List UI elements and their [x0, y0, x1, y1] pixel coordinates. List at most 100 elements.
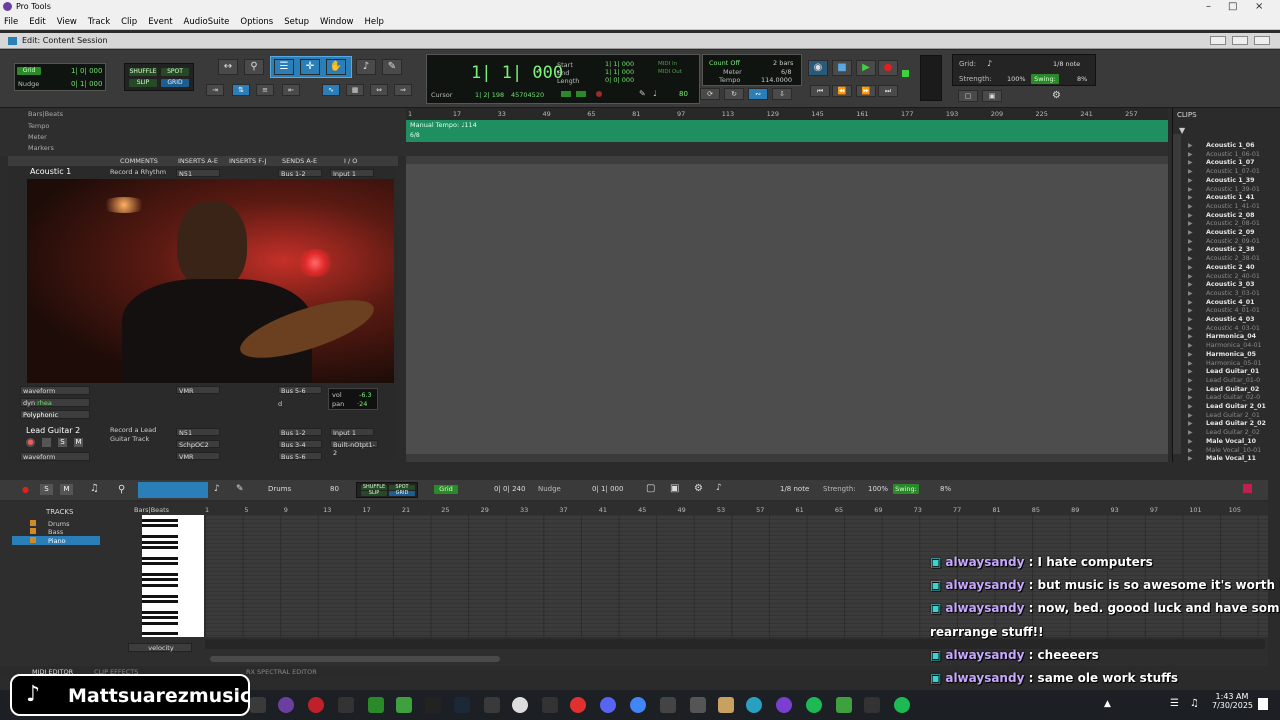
track-comment-2[interactable]: Record a Lead Guitar Track [110, 426, 170, 444]
clip-item[interactable]: Acoustic 1_06-01 [1206, 151, 1260, 158]
taskbar-app-icon-7[interactable] [512, 697, 528, 713]
taskbar-app-icon-11[interactable] [718, 697, 734, 713]
go-to-end-icon[interactable]: ⏭ [878, 85, 898, 97]
clip-expand-icon[interactable]: ▶ [1188, 403, 1193, 410]
black-key[interactable] [142, 556, 178, 560]
clip-item[interactable]: Acoustic 3_03-01 [1206, 290, 1260, 297]
black-key[interactable] [142, 610, 178, 614]
clip-expand-icon[interactable]: ▶ [1188, 447, 1193, 454]
swing-value[interactable]: 8% [1077, 75, 1087, 83]
black-key[interactable] [142, 600, 178, 603]
clip-expand-icon[interactable]: ▶ [1188, 429, 1193, 436]
midi-instrument[interactable]: Drums [268, 485, 291, 493]
track2-mute-button[interactable]: M [74, 438, 83, 447]
black-key[interactable] [142, 546, 178, 549]
midi-record-icon[interactable]: ● [22, 485, 29, 494]
track-name-lead-guitar-2[interactable]: Lead Guitar 2 [26, 426, 80, 435]
midi-scrollbar[interactable] [210, 656, 500, 662]
grabber-tool-icon[interactable]: ✋ [326, 59, 346, 75]
zoom-toggle-icon[interactable]: ↔ [218, 59, 238, 75]
grid-value[interactable]: 1| 0| 000 [71, 67, 102, 75]
clip-expand-icon[interactable]: ▶ [1188, 342, 1193, 349]
clip-item[interactable]: Lead Guitar_01-0 [1206, 377, 1260, 384]
track1-polyphonic[interactable]: Polyphonic [20, 410, 90, 419]
black-key[interactable] [142, 578, 178, 582]
track2-send-a[interactable]: Bus 1-2 [278, 428, 322, 437]
velocity-lane-selector[interactable]: velocity [128, 643, 192, 652]
clip-expand-icon[interactable]: ▶ [1188, 299, 1193, 306]
clip-item[interactable]: Acoustic 3_03 [1206, 281, 1255, 288]
taskbar-app-icon-16[interactable] [864, 697, 880, 713]
clip-expand-icon[interactable]: ▶ [1188, 159, 1193, 166]
track1-send-b[interactable]: Bus 5-6 [278, 386, 322, 395]
midi-pencil-icon[interactable]: ✎ [236, 484, 244, 494]
clip-expand-icon[interactable]: ▶ [1188, 194, 1193, 201]
clip-expand-icon[interactable]: ▶ [1188, 325, 1193, 332]
edit-restore-button[interactable] [1232, 36, 1248, 45]
taskbar-app-icon-15[interactable] [836, 697, 852, 713]
clip-expand-icon[interactable]: ▶ [1188, 420, 1193, 427]
menu-audiosuite[interactable]: AudioSuite [184, 17, 230, 27]
taskbar-app-icon-5[interactable] [425, 697, 441, 713]
track1-insert-a[interactable]: N51 [176, 169, 220, 178]
zoom-preset-icon[interactable]: ⇔ [370, 84, 388, 96]
midi-merge-icon[interactable] [561, 91, 571, 97]
edit-minimize-button[interactable] [1210, 36, 1226, 45]
pencil-tool-icon[interactable]: ✎ [382, 59, 402, 75]
wave-zoom-icon[interactable]: ∿ [322, 84, 340, 96]
track1-vol-pan[interactable]: vol -6.3 pan ·24 [328, 388, 378, 410]
link-timeline-icon[interactable]: ⇅ [232, 84, 250, 96]
grid-right-value[interactable]: 1/8 note [1053, 60, 1080, 68]
black-key[interactable] [142, 621, 178, 625]
zoom-fit-icon[interactable]: ▣ [982, 90, 1002, 102]
tab-to-transient-icon[interactable]: ⇥ [206, 84, 224, 96]
clip-item[interactable]: Harmonica_04 [1206, 333, 1256, 340]
black-key[interactable] [142, 632, 178, 636]
play-icon[interactable]: ▶ [856, 60, 876, 76]
midi-zoom-fit-icon[interactable]: ▣ [670, 483, 679, 494]
menu-help[interactable]: Help [364, 17, 383, 27]
taskbar-spotify-icon[interactable] [894, 697, 910, 713]
clip-item[interactable]: Lead Guitar 2_02 [1206, 429, 1260, 436]
start-value[interactable]: 1| 1| 000 [605, 60, 634, 68]
taskbar-app-icon-9[interactable] [660, 697, 676, 713]
menu-setup[interactable]: Setup [284, 17, 309, 27]
track1-insert-b[interactable]: VMR [176, 386, 220, 395]
length-value[interactable]: 0| 0| 000 [605, 76, 634, 84]
menu-options[interactable]: Options [240, 17, 273, 27]
track1-send-a[interactable]: Bus 1-2 [278, 169, 322, 178]
clip-expand-icon[interactable]: ▶ [1188, 455, 1193, 462]
clip-item[interactable]: Lead Guitar_01 [1206, 368, 1259, 375]
black-key[interactable] [142, 535, 178, 539]
midi-grid-toggle[interactable]: Grid [434, 485, 458, 494]
clip-item[interactable]: Acoustic 2_09-01 [1206, 238, 1260, 245]
track-name-acoustic-1[interactable]: Acoustic 1 [30, 167, 71, 176]
stop-icon[interactable]: ■ [832, 60, 852, 76]
clip-item[interactable]: Acoustic 1_41 [1206, 194, 1255, 201]
slip-button[interactable]: SLIP [129, 79, 157, 87]
taskbar-app-icon-10[interactable] [690, 697, 706, 713]
track2-output[interactable]: Built-nOtpt1-2 [330, 440, 378, 457]
black-key[interactable] [142, 562, 178, 566]
ruler-tempo[interactable]: Tempo [28, 122, 49, 130]
menu-file[interactable]: File [4, 17, 18, 27]
clip-item[interactable]: Acoustic 1_39-01 [1206, 186, 1260, 193]
black-key[interactable] [142, 519, 178, 522]
track-comment-1[interactable]: Record a Rhythm [110, 168, 166, 176]
menu-track[interactable]: Track [88, 17, 110, 27]
clip-item[interactable]: Acoustic 2_09 [1206, 229, 1255, 236]
clip-item[interactable]: Lead Guitar_02 [1206, 386, 1259, 393]
black-key[interactable] [142, 594, 178, 598]
clip-item[interactable]: Harmonica_05-01 [1206, 360, 1262, 367]
midi-ruler[interactable]: 1 5 9 13 17 21 25 29 33 37 41 45 49 53 57 61 65 69 73 77 81 8… [205, 504, 1268, 514]
tray-volume-icon[interactable]: ♫ [1190, 698, 1199, 709]
clip-expand-icon[interactable]: ▶ [1188, 290, 1193, 297]
taskbar-app-icon-8[interactable] [570, 697, 586, 713]
clip-expand-icon[interactable]: ▶ [1188, 220, 1193, 227]
track1-dyn[interactable]: dyn rhea [20, 398, 90, 407]
clip-expand-icon[interactable]: ▶ [1188, 186, 1193, 193]
taskbar-clock[interactable]: 1:43 AM 7/30/2025 [1212, 692, 1253, 710]
midi-zoom-icon[interactable]: ▦ [346, 84, 364, 96]
clip-expand-icon[interactable]: ▶ [1188, 238, 1193, 245]
clip-expand-icon[interactable]: ▶ [1188, 273, 1193, 280]
